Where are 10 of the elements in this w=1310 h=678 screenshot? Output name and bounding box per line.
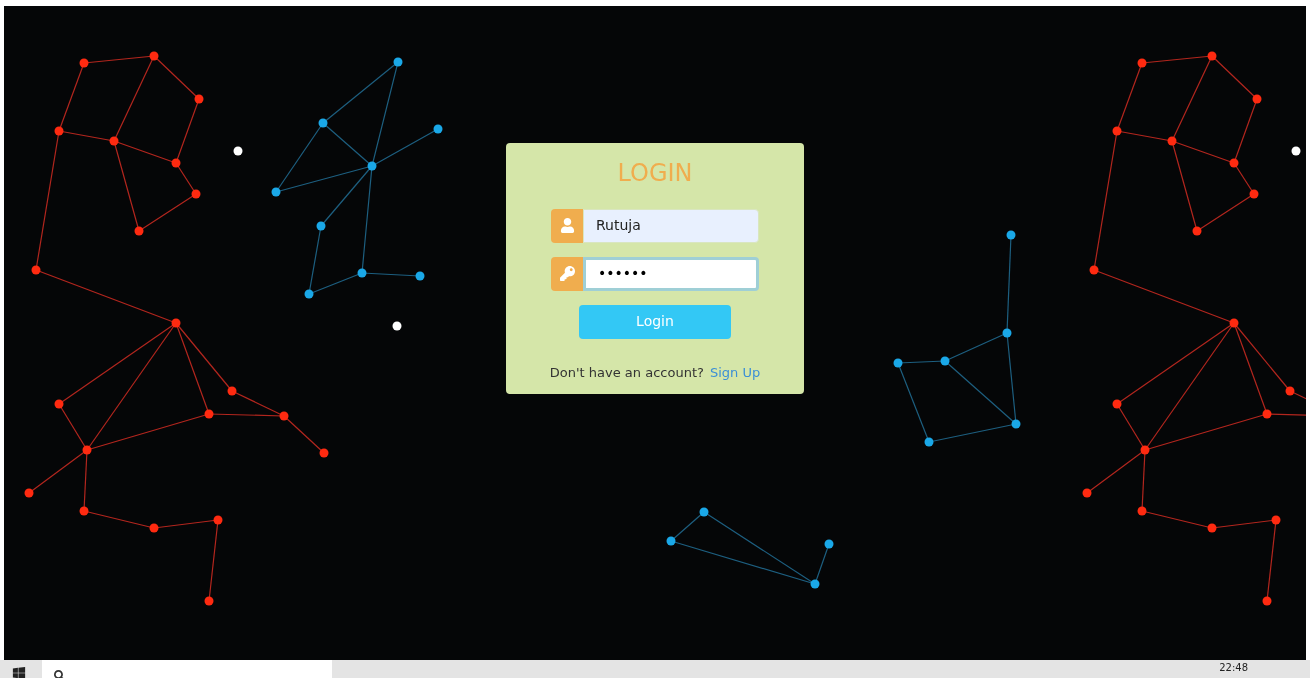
username-field[interactable]: Rutuja xyxy=(583,208,759,243)
taskbar-clock: 22:48 xyxy=(1219,660,1248,675)
search-icon xyxy=(54,670,65,678)
user-icon xyxy=(559,218,575,233)
login-title: LOGIN xyxy=(617,157,693,189)
password-field[interactable]: •••••• xyxy=(583,256,759,291)
taskbar-search-field[interactable] xyxy=(42,660,332,678)
signup-prompt: Don't have an account? xyxy=(549,363,704,382)
windows-start-icon[interactable] xyxy=(12,666,26,678)
key-icon xyxy=(559,266,575,281)
